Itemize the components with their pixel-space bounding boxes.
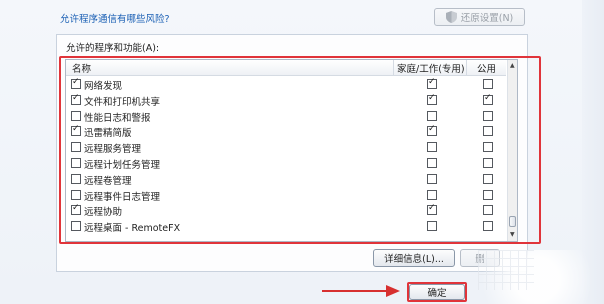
risk-info-link[interactable]: 允许程序通信有哪些风险? (60, 11, 170, 25)
pointer-arrow-head-icon (386, 285, 400, 297)
restore-settings-button[interactable]: 还原设置(N) (434, 8, 525, 26)
details-button-label: 详细信息(L)... (384, 254, 444, 265)
allowed-programs-label: 允许的程序和功能(A): (66, 43, 160, 54)
watermark (478, 250, 534, 290)
restore-settings-label: 还原设置(N) (460, 13, 514, 24)
pointer-arrow-line (322, 290, 390, 292)
ok-highlight-frame (407, 282, 467, 302)
allowed-programs-window: 允许程序通信有哪些风险? 还原设置(N) 允许的程序和功能(A): 名称 家庭/… (0, 0, 604, 304)
list-highlight-frame (59, 56, 541, 244)
details-button[interactable]: 详细信息(L)... (373, 249, 455, 267)
shield-icon (445, 11, 457, 23)
